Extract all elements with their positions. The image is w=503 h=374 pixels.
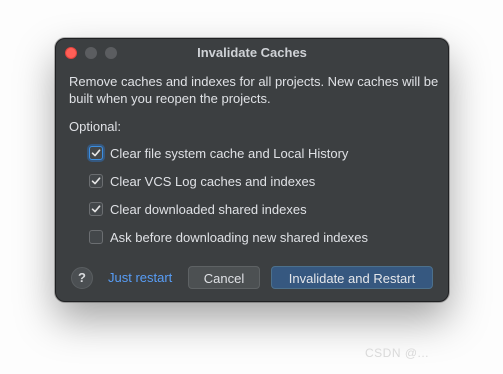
watermark: CSDN @... [365,346,430,360]
optional-label: Optional: [69,119,122,134]
option-ask-before-downloading[interactable]: Ask before downloading new shared indexe… [89,228,368,246]
option-label: Clear VCS Log caches and indexes [110,173,316,189]
option-clear-downloaded-shared-indexes[interactable]: Clear downloaded shared indexes [89,200,307,218]
invalidate-caches-dialog: Invalidate Caches Remove caches and inde… [55,38,449,302]
option-clear-vcs-log-caches[interactable]: Clear VCS Log caches and indexes [89,172,315,190]
help-button[interactable]: ? [71,267,93,289]
just-restart-link[interactable]: Just restart [108,270,172,285]
screen: Invalidate Caches Remove caches and inde… [0,0,503,374]
option-label: Ask before downloading new shared indexe… [110,229,369,245]
option-clear-file-system-cache[interactable]: Clear file system cache and Local Histor… [89,144,348,162]
option-label: Clear file system cache and Local Histor… [110,145,349,161]
checkbox-clear-file-system-cache[interactable] [89,146,103,160]
checkbox-ask-before-downloading[interactable] [89,230,103,244]
dialog-title: Invalidate Caches [197,45,307,60]
checkbox-clear-downloaded-shared-indexes[interactable] [89,202,103,216]
option-label: Clear downloaded shared indexes [110,201,307,217]
question-mark-icon: ? [78,270,86,285]
checkbox-clear-vcs-log-caches[interactable] [89,174,103,188]
dialog-message: Remove caches and indexes for all projec… [69,74,439,106]
checkmark-icon [91,205,101,213]
invalidate-and-restart-button[interactable]: Invalidate and Restart [271,266,433,289]
checkmark-icon [91,149,101,157]
checkmark-icon [91,177,101,185]
cancel-button[interactable]: Cancel [188,266,260,289]
title-bar: Invalidate Caches [56,39,448,65]
